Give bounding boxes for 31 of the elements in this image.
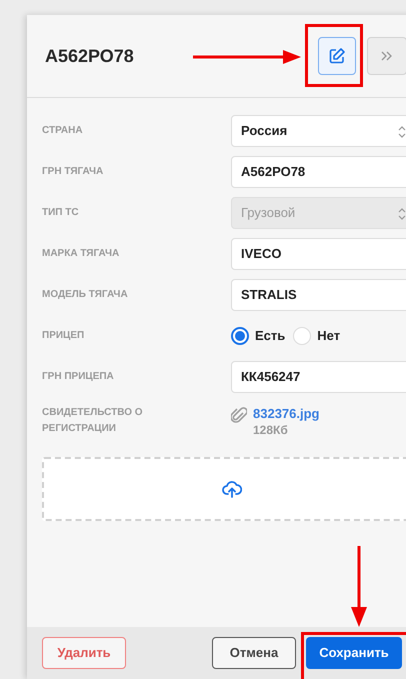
field-label: МАРКА ТЯГАЧА	[42, 246, 120, 260]
file-size: 128Кб	[253, 422, 289, 439]
highlight-frame	[305, 24, 363, 87]
field-label: МОДЕЛЬ ТЯГАЧА	[42, 288, 129, 302]
edit-icon	[328, 47, 346, 65]
paperclip-icon	[231, 407, 247, 425]
field-label: ПРИЦЕП	[42, 328, 86, 342]
double-chevron-icon	[381, 51, 393, 61]
field-label: ГРН ТЯГАЧА	[42, 164, 104, 178]
text-field[interactable]: КК456247	[231, 360, 406, 392]
cancel-button[interactable]: Отмена	[212, 637, 296, 669]
text-field[interactable]: IVECO	[231, 238, 406, 270]
updown-chevron-icon	[398, 124, 406, 138]
select-field[interactable]: Россия	[231, 114, 406, 146]
edit-button[interactable]	[318, 37, 356, 75]
field-label: ТИП ТС	[42, 206, 80, 220]
upload-dropzone[interactable]	[42, 457, 406, 521]
radio-option[interactable]: Нет	[293, 326, 340, 346]
collapse-button[interactable]	[367, 37, 406, 75]
file-link[interactable]: 832376.jpg	[253, 405, 320, 422]
radio-option[interactable]: Есть	[231, 326, 286, 346]
text-field[interactable]: А562РО78	[231, 156, 406, 188]
field-label: ГРН ПРИЦЕПА	[42, 370, 115, 384]
radio-button[interactable]	[231, 326, 249, 344]
text-field[interactable]: STRALIS	[231, 278, 406, 310]
updown-chevron-icon	[398, 206, 406, 220]
field-label: СВИДЕТЕЛЬСТВО О РЕГИСТРАЦИИ	[42, 406, 144, 436]
save-button[interactable]: Сохранить	[306, 637, 402, 669]
panel-title: А562РО78	[45, 44, 134, 68]
cloud-upload-icon	[222, 480, 242, 498]
field-label: СТРАНА	[42, 124, 84, 138]
